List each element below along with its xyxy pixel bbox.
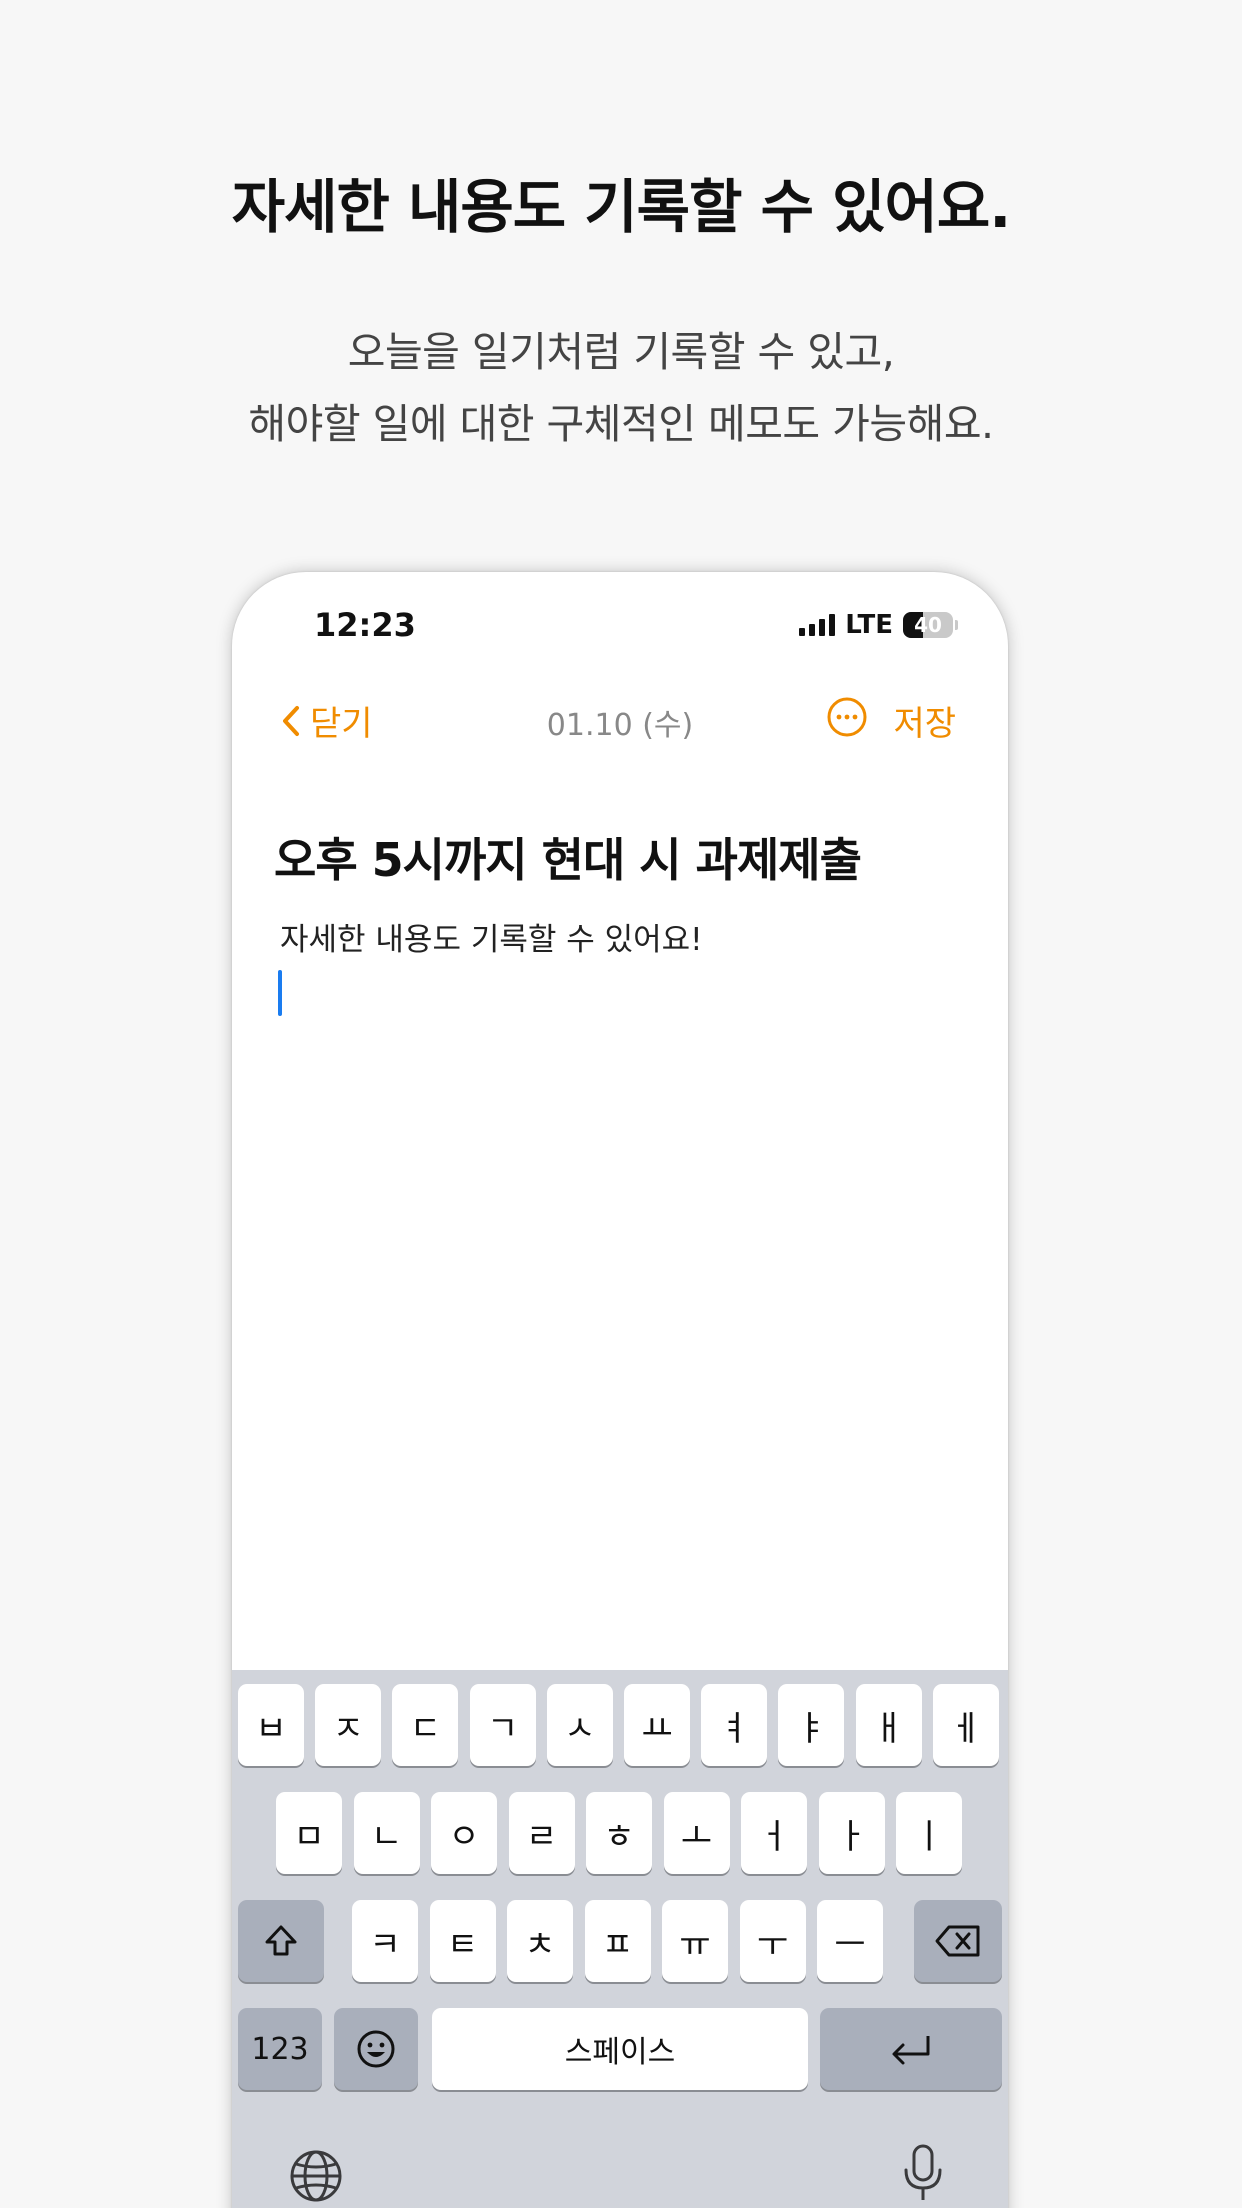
key-row1-5[interactable]: ㅛ — [624, 1684, 690, 1766]
memo-date: 01.10 (수) — [546, 708, 694, 743]
backspace-key[interactable] — [914, 1900, 1002, 1982]
key-row2-6[interactable]: ㅓ — [741, 1792, 807, 1874]
key-row2-2[interactable]: ㅇ — [431, 1792, 497, 1874]
key-row1-8[interactable]: ㅐ — [855, 1684, 922, 1766]
battery-level: 40 — [914, 613, 942, 637]
mic-icon[interactable] — [900, 2142, 946, 2206]
status-time: 12:23 — [314, 606, 416, 644]
numbers-key[interactable]: 123 — [238, 2008, 322, 2090]
key-row1-2[interactable]: ㄷ — [392, 1684, 459, 1766]
key-row3-2[interactable]: ㅊ — [507, 1900, 573, 1982]
promo-headline: 자세한 내용도 기록할 수 있어요. — [231, 173, 1011, 241]
text-cursor — [278, 970, 282, 1016]
key-row1-6[interactable]: ㅕ — [701, 1684, 768, 1766]
key-row2-1[interactable]: ㄴ — [353, 1792, 420, 1874]
shift-key[interactable] — [238, 1900, 324, 1982]
key-row2-8[interactable]: ㅣ — [896, 1792, 962, 1874]
key-row2-0[interactable]: ㅁ — [276, 1792, 342, 1874]
emoji-icon — [357, 2030, 395, 2068]
promo-subtext-line2: 해야할 일에 대한 구체적인 메모도 가능해요. — [248, 400, 994, 448]
network-label: LTE — [845, 610, 893, 640]
backspace-icon — [935, 1925, 980, 1957]
key-row1-3[interactable]: ㄱ — [469, 1684, 536, 1766]
return-icon — [892, 2036, 930, 2065]
key-row3-0[interactable]: ㅋ — [352, 1900, 418, 1982]
key-row1-9[interactable]: ㅔ — [932, 1684, 999, 1766]
shift-icon — [265, 1925, 297, 1956]
key-row1-0[interactable]: ㅂ — [238, 1684, 304, 1766]
battery-cap — [955, 620, 958, 630]
key-row1-4[interactable]: ㅅ — [546, 1684, 613, 1766]
more-icon[interactable] — [826, 696, 868, 738]
signal-icon — [799, 614, 836, 636]
key-row2-4[interactable]: ㅎ — [586, 1792, 652, 1874]
key-row1-7[interactable]: ㅑ — [778, 1684, 845, 1766]
return-key[interactable] — [820, 2008, 1002, 2090]
globe-icon[interactable] — [288, 2148, 344, 2204]
key-row3-1[interactable]: ㅌ — [429, 1900, 496, 1982]
space-key[interactable]: 스페이스 — [432, 2008, 808, 2090]
memo-title[interactable]: 오후 5시까지 현대 시 과제제출 — [274, 824, 862, 890]
phone-mockup: 12:23 LTE 40 닫기 01.10 (수) 저장 오후 5시까지 현대 … — [232, 572, 1008, 2208]
promo-subtext-line1: 오늘을 일기처럼 기록할 수 있고, — [347, 328, 895, 376]
key-row2-3[interactable]: ㄹ — [508, 1792, 575, 1874]
emoji-key[interactable] — [334, 2008, 418, 2090]
key-row1-1[interactable]: ㅈ — [315, 1684, 382, 1766]
key-row3-4[interactable]: ㅠ — [662, 1900, 728, 1982]
key-row3-5[interactable]: ㅜ — [739, 1900, 806, 1982]
key-row3-6[interactable]: ㅡ — [817, 1900, 883, 1982]
key-row2-5[interactable]: ㅗ — [663, 1792, 730, 1874]
status-indicators: LTE 40 — [799, 610, 958, 640]
keyboard: ㅂㅈㄷㄱㅅㅛㅕㅑㅐㅔ ㅁㄴㅇㄹㅎㅗㅓㅏㅣ ㅋㅌㅊㅍㅠㅜㅡ 123 스페이스 — [232, 1670, 1008, 2208]
key-row3-3[interactable]: ㅍ — [584, 1900, 651, 1982]
memo-body[interactable]: 자세한 내용도 기록할 수 있어요! — [280, 914, 703, 959]
save-button[interactable]: 저장 — [893, 696, 956, 745]
key-row2-7[interactable]: ㅏ — [818, 1792, 885, 1874]
battery-icon: 40 — [903, 612, 953, 638]
